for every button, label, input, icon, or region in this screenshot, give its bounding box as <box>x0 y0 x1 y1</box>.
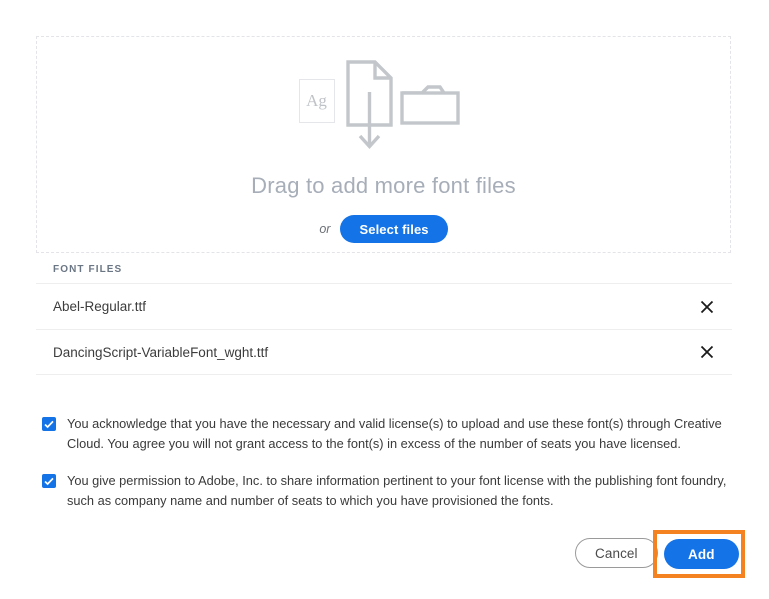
dropzone-icon-cluster: Ag <box>298 59 469 159</box>
dropzone-action-row: or Select files <box>319 215 448 243</box>
document-download-icon <box>345 59 395 164</box>
add-button-wrap: Add <box>664 539 739 569</box>
share-info-consent-text: You give permission to Adobe, Inc. to sh… <box>67 473 727 508</box>
dropzone-title: Drag to add more font files <box>251 173 516 198</box>
share-info-consent-checkbox[interactable] <box>42 474 56 488</box>
cancel-button[interactable]: Cancel <box>575 538 658 568</box>
consent-row-share-info: You give permission to Adobe, Inc. to sh… <box>42 471 732 511</box>
close-icon[interactable] <box>696 296 718 318</box>
folder-icon <box>399 83 462 132</box>
font-files-section-label: FONT FILES <box>53 264 123 275</box>
license-consent-checkbox[interactable] <box>42 417 56 431</box>
table-row: DancingScript-VariableFont_wght.ttf <box>36 329 732 375</box>
add-button[interactable]: Add <box>664 539 739 569</box>
file-name: Abel-Regular.ttf <box>53 299 147 314</box>
consent-section: You acknowledge that you have the necess… <box>42 414 732 528</box>
license-consent-text: You acknowledge that you have the necess… <box>67 416 722 451</box>
font-files-list: Abel-Regular.ttf DancingScript-VariableF… <box>36 283 732 375</box>
cancel-button-wrap: Cancel <box>575 538 658 568</box>
font-sample-glyph: Ag <box>306 91 327 110</box>
font-sample-icon: Ag <box>298 79 335 123</box>
file-name: DancingScript-VariableFont_wght.ttf <box>53 344 269 360</box>
table-row: Abel-Regular.ttf <box>36 283 732 329</box>
or-label: or <box>319 222 331 236</box>
font-file-dropzone[interactable]: Ag Drag to add more font files or Select… <box>36 36 731 253</box>
consent-row-license: You acknowledge that you have the necess… <box>42 414 732 454</box>
close-icon[interactable] <box>696 341 718 363</box>
select-files-button[interactable]: Select files <box>340 215 448 243</box>
